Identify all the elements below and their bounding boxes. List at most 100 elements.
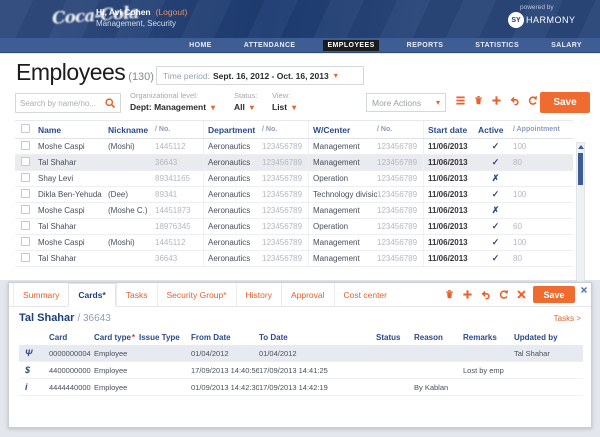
- column-header[interactable]: Start date: [423, 121, 478, 138]
- cards-column-header[interactable]: Card: [49, 333, 94, 342]
- column-header[interactable]: W/Center: [308, 121, 377, 138]
- detail-employee-no: / 36643: [77, 313, 110, 324]
- row-checkbox-cell: [15, 221, 38, 232]
- scrollbar-thumb[interactable]: [578, 153, 583, 185]
- detail-tab[interactable]: Security Group*: [157, 283, 236, 306]
- status-dropdown[interactable]: All: [234, 102, 257, 112]
- table-row[interactable]: Moshe Caspi (Moshi) 1445112 Aeronautics …: [15, 139, 573, 155]
- cell-remarks: Lost by emp: [463, 366, 514, 375]
- detail-tab[interactable]: History: [236, 283, 281, 306]
- cell-department: Aeronautics: [203, 251, 262, 266]
- cards-column-header[interactable]: Reason: [414, 333, 463, 342]
- cell-start-date: 11/06/2013: [423, 219, 478, 234]
- search-input[interactable]: [20, 99, 104, 108]
- table-row[interactable]: Moshe Caspi (Moshi) 1445112 Aeronautics …: [15, 235, 573, 251]
- column-header[interactable]: Department: [203, 121, 262, 138]
- close-icon[interactable]: [516, 289, 527, 300]
- redo-icon[interactable]: [527, 95, 538, 106]
- cell-active: ✓: [478, 237, 513, 248]
- card-row[interactable]: Ψ 0000000004 Employee 01/04/2012 01/04/2…: [19, 345, 583, 362]
- card-row[interactable]: i 4444440000 Employee 01/09/2013 14:42:3…: [19, 379, 583, 396]
- cards-column-header[interactable]: Issue Type: [139, 333, 191, 342]
- row-checkbox[interactable]: [21, 237, 30, 246]
- nav-item[interactable]: HOME: [185, 40, 216, 51]
- table-row[interactable]: Tal Shahar 18976345 Aeronautics 12345678…: [15, 219, 573, 235]
- row-checkbox[interactable]: [21, 157, 30, 166]
- nav-item[interactable]: ATTENDANCE: [240, 40, 300, 51]
- cards-column-header[interactable]: To Date: [259, 333, 376, 342]
- column-header[interactable]: / Appointment: [513, 126, 573, 133]
- table-row[interactable]: Shay Levi 89341165 Aeronautics 123456789…: [15, 171, 573, 187]
- column-header[interactable]: / No.: [262, 126, 308, 133]
- undo-icon[interactable]: [480, 289, 491, 300]
- row-checkbox[interactable]: [21, 189, 30, 198]
- row-checkbox[interactable]: [21, 205, 30, 214]
- table-row[interactable]: Moshe Caspi (Moshe C.) 14451873 Aeronaut…: [15, 203, 573, 219]
- cell-department: Aeronautics: [203, 171, 262, 186]
- view-dropdown[interactable]: List: [272, 102, 296, 112]
- more-actions-dropdown[interactable]: More Actions: [366, 93, 446, 112]
- cards-column-header[interactable]: Status: [376, 333, 414, 342]
- column-header[interactable]: / No.: [155, 126, 203, 133]
- table-row[interactable]: Dikla Ben-Yehuda (Dee) 89341 Aeronautics…: [15, 187, 573, 203]
- cell-employee-no: 89341165: [155, 174, 203, 183]
- cell-from-date: 01/09/2013 14:42:30: [191, 383, 259, 392]
- menu-icon[interactable]: [455, 95, 466, 106]
- save-button[interactable]: Save: [540, 92, 590, 113]
- info-icon: i: [19, 382, 49, 392]
- active-status-icon: ✓: [492, 157, 500, 167]
- table-row[interactable]: Tal Shahar 36643 Aeronautics 123456789 M…: [15, 155, 573, 171]
- row-checkbox[interactable]: [21, 221, 30, 230]
- detail-tab[interactable]: Tasks: [116, 283, 157, 306]
- page-title: Employees(130): [16, 59, 154, 86]
- select-all-checkbox[interactable]: [21, 124, 30, 133]
- nav-item[interactable]: STATISTICS: [471, 40, 523, 51]
- tasks-link[interactable]: Tasks >: [554, 314, 581, 323]
- powered-by-label: powered by: [520, 4, 586, 11]
- panel-save-button[interactable]: Save: [533, 286, 575, 303]
- redo-icon[interactable]: [498, 289, 509, 300]
- detail-tab[interactable]: Cards*: [68, 283, 115, 307]
- row-checkbox[interactable]: [21, 173, 30, 182]
- trash-icon[interactable]: [473, 95, 484, 106]
- detail-tab[interactable]: Cost center: [334, 283, 396, 306]
- org-level-dropdown[interactable]: Dept: Management: [130, 102, 215, 112]
- time-period-dropdown[interactable]: Time period: Sept. 16, 2012 - Oct. 16, 2…: [156, 66, 364, 85]
- column-header[interactable]: Active: [478, 125, 513, 135]
- cell-department: Aeronautics: [203, 187, 262, 202]
- cell-department-no: 123456789: [262, 206, 308, 215]
- status-label: Status:: [234, 91, 257, 100]
- cards-column-header[interactable]: Card type: [94, 333, 139, 342]
- undo-icon[interactable]: [509, 95, 520, 106]
- cell-start-date: 11/06/2013: [423, 251, 478, 266]
- caret-down-icon: [250, 103, 254, 112]
- cards-column-header[interactable]: From Date: [191, 333, 259, 342]
- row-checkbox[interactable]: [21, 253, 30, 262]
- table-row[interactable]: Tal Shahar 36643 Aeronautics 123456789 M…: [15, 251, 573, 267]
- cell-from-date: 01/04/2012: [191, 349, 259, 358]
- scroll-up-icon[interactable]: [578, 145, 584, 149]
- close-icon[interactable]: [580, 286, 588, 294]
- cards-column-header[interactable]: Remarks: [463, 333, 514, 342]
- main-nav: HOME ATTENDANCE EMPLOYEES REPORTS STATIS…: [0, 38, 600, 53]
- row-checkbox-cell: [15, 173, 38, 184]
- detail-tab[interactable]: Approval: [281, 283, 334, 306]
- cards-column-header[interactable]: Updated by: [514, 333, 583, 342]
- employees-table-body: Moshe Caspi (Moshi) 1445112 Aeronautics …: [15, 139, 573, 267]
- column-header[interactable]: / No.: [377, 126, 423, 133]
- nav-item[interactable]: SALARY: [547, 40, 586, 51]
- plus-icon[interactable]: [462, 289, 473, 300]
- column-header[interactable]: Nickname: [108, 125, 155, 135]
- nav-item[interactable]: REPORTS: [403, 40, 448, 51]
- nav-item[interactable]: EMPLOYEES: [323, 40, 378, 51]
- column-header[interactable]: Name: [38, 125, 108, 135]
- row-checkbox[interactable]: [21, 141, 30, 150]
- detail-tab[interactable]: Summary: [13, 283, 68, 306]
- trash-icon[interactable]: [444, 289, 455, 300]
- card-row[interactable]: $ 4400000000 Employee 17/09/2013 14:40:5…: [19, 362, 583, 379]
- search-icon[interactable]: [104, 94, 116, 112]
- cell-wcenter-no: 123456789: [377, 238, 423, 247]
- logout-link[interactable]: (Logout): [156, 7, 188, 17]
- plus-icon[interactable]: [491, 95, 502, 106]
- utensils-icon: Ψ: [19, 348, 49, 358]
